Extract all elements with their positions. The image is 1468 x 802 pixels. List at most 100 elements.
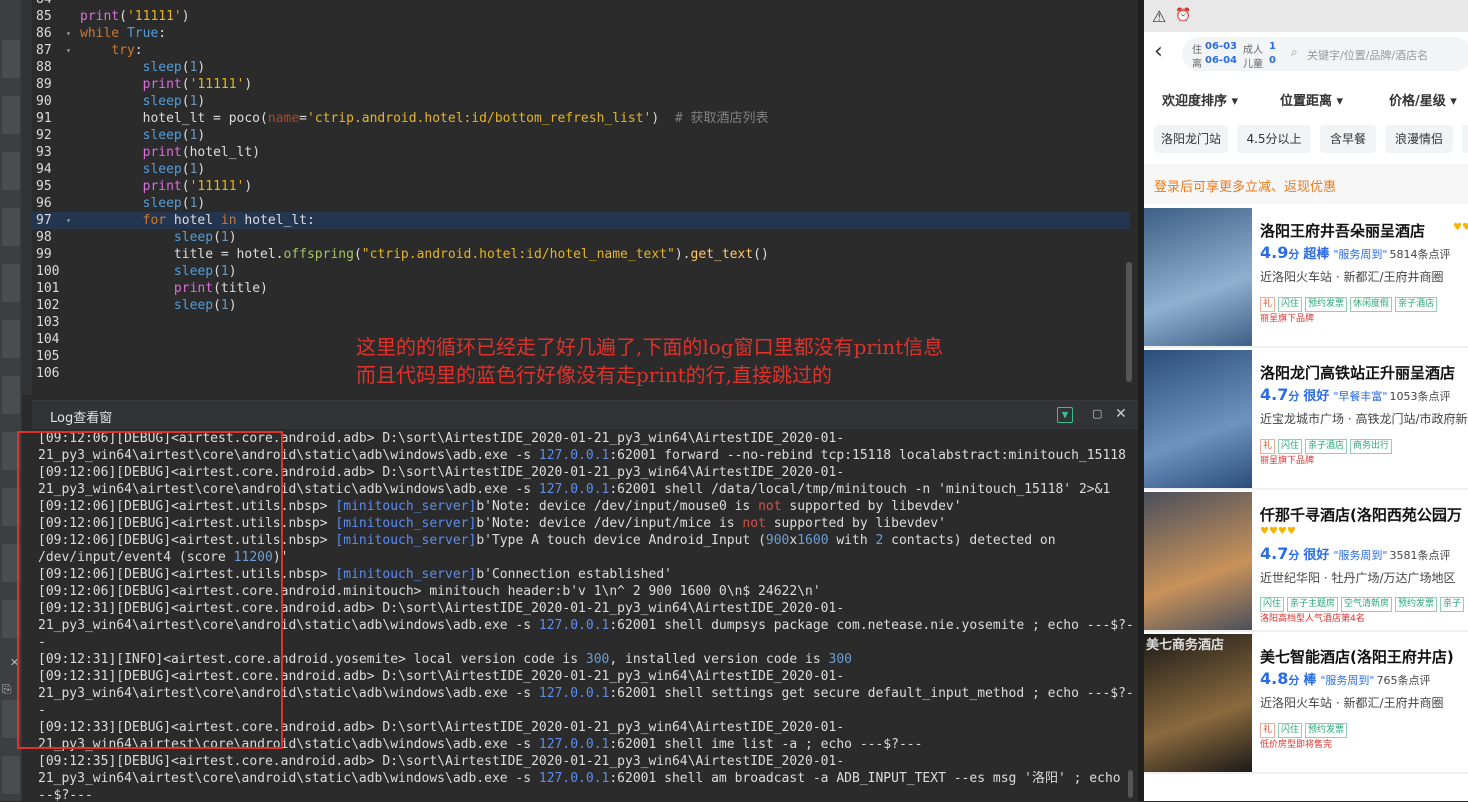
- checkin-label: 住: [1192, 45, 1202, 56]
- search-bar: ‹ 住 06-03 离 06-04 成人 1 儿童 0 ⌕ 关键字/位置/品牌/…: [1144, 32, 1468, 76]
- code-line[interactable]: 99 title = hotel.offspring("ctrip.androi…: [32, 246, 1130, 263]
- hotel-name[interactable]: 美七智能酒店(洛阳王府井店): [1260, 646, 1454, 667]
- score-level: 很好: [1303, 389, 1330, 404]
- search-input[interactable]: 关键字/位置/品牌/酒店名: [1307, 47, 1428, 63]
- line-number: 104: [36, 332, 60, 347]
- close-icon[interactable]: ✕: [1115, 406, 1129, 422]
- hotel-tag: 预约发票: [1305, 297, 1348, 312]
- editor-scrollbar[interactable]: [1126, 262, 1132, 382]
- code-line[interactable]: 97 ▾ for hotel in hotel_lt:: [32, 212, 1130, 229]
- hotel-tags: 礼闪住 预约发票: [1260, 717, 1350, 738]
- line-number: 105: [36, 349, 60, 364]
- hotel-tag: 礼: [1260, 439, 1276, 454]
- maximize-icon[interactable]: ▢: [1092, 408, 1104, 420]
- child-count[interactable]: 0: [1269, 55, 1276, 66]
- code-line[interactable]: 94 sleep(1): [32, 161, 1130, 178]
- log-header: Log查看窗 ▼ ▢ ✕: [32, 401, 1138, 429]
- hotel-name[interactable]: 洛阳龙门高铁站正升丽呈酒店: [1260, 362, 1455, 383]
- status-bar: ⚠ ⏰: [1144, 0, 1468, 32]
- code-line[interactable]: 101 print(title): [32, 280, 1130, 297]
- fold-toggle-icon[interactable]: ▾: [66, 212, 71, 229]
- hotel-tag: 亲子酒店: [1305, 439, 1348, 454]
- hotel-promo: 丽呈旗下品牌: [1260, 314, 1315, 324]
- hotel-photo[interactable]: [1144, 208, 1252, 346]
- hotel-card[interactable]: 仟那千寻酒店(洛阳西苑公园万 ♥♥♥♥ 4.7分 很好 "服务周到" 3581条点评 近世纪…: [1144, 492, 1468, 632]
- code-line[interactable]: 91 hotel_lt = poco(name='ctrip.android.h…: [32, 110, 1130, 127]
- code-text: print('11111'): [80, 9, 190, 24]
- code-text: for hotel in hotel_lt:: [142, 213, 315, 228]
- copy-icon[interactable]: ⎘: [2, 682, 12, 697]
- score-value: 4.9: [1260, 243, 1289, 262]
- hotel-card[interactable]: 洛阳龙门高铁站正升丽呈酒店 4.7分 很好 "早餐丰富" 1053条点评 近宝龙城市广场 …: [1144, 350, 1468, 490]
- airtest-ide: ✕ ⎘ 8485print('11111')86▾while True:87▾ …: [0, 0, 1138, 802]
- fold-toggle-icon[interactable]: ▾: [66, 42, 71, 59]
- fold-toggle-icon[interactable]: ▾: [66, 25, 71, 42]
- chip[interactable]: 洛阳龙门站: [1154, 125, 1228, 153]
- adult-count[interactable]: 1: [1269, 41, 1276, 52]
- adult-label: 成人: [1243, 45, 1263, 56]
- code-text: sleep(1): [142, 60, 206, 75]
- code-line[interactable]: 85 print('11111'): [32, 8, 1130, 25]
- code-text: sleep(1): [173, 264, 237, 279]
- checkin-date[interactable]: 06-03: [1205, 41, 1237, 52]
- score-level: 很好: [1303, 548, 1330, 563]
- chip[interactable]: 多: [1462, 125, 1468, 153]
- hotel-tag: 空气清新房: [1341, 597, 1393, 612]
- chip[interactable]: 含早餐: [1320, 125, 1376, 153]
- code-line[interactable]: 84: [32, 0, 1130, 8]
- strip-button[interactable]: [2, 756, 20, 794]
- search-box[interactable]: 住 06-03 离 06-04 成人 1 儿童 0 ⌕ 关键字/位置/品牌/酒店…: [1182, 37, 1468, 71]
- code-line[interactable]: 89 print('11111'): [32, 76, 1130, 93]
- code-line[interactable]: 88 sleep(1): [32, 59, 1130, 76]
- strip-button[interactable]: [2, 376, 20, 414]
- code-line[interactable]: 95 print('11111'): [32, 178, 1130, 195]
- code-line[interactable]: 103: [32, 314, 1130, 331]
- sort-distance[interactable]: 位置距离 ▾: [1280, 90, 1343, 109]
- code-line[interactable]: 92 sleep(1): [32, 127, 1130, 144]
- hotel-photo[interactable]: [1144, 492, 1252, 630]
- device-screen[interactable]: ⚠ ⏰ ‹ 住 06-03 离 06-04 成人 1 儿童 0 ⌕ 关键字/位置…: [1144, 0, 1468, 801]
- hotel-photo[interactable]: [1144, 350, 1252, 488]
- log-scrollbar[interactable]: [1128, 770, 1133, 798]
- warning-icon: ⚠: [1152, 7, 1167, 26]
- chip[interactable]: 浪漫情侣: [1385, 125, 1453, 153]
- hotel-tag: 休闲度假: [1350, 297, 1393, 312]
- hotel-score: 4.7分 很好 "早餐丰富" 1053条点评: [1260, 385, 1450, 404]
- code-line[interactable]: 87 ▾ try:: [32, 42, 1130, 59]
- chip[interactable]: 4.5分以上: [1237, 125, 1311, 153]
- strip-button[interactable]: [2, 40, 20, 78]
- hotel-photo[interactable]: 美七商务酒店: [1144, 634, 1252, 772]
- sort-popularity[interactable]: 欢迎度排序 ▾: [1162, 90, 1238, 109]
- score-unit: 分: [1288, 549, 1300, 562]
- code-line[interactable]: 100 sleep(1): [32, 263, 1130, 280]
- checkout-date[interactable]: 06-04: [1205, 55, 1237, 66]
- code-line[interactable]: 90 sleep(1): [32, 93, 1130, 110]
- strip-button[interactable]: [2, 320, 20, 358]
- hotel-tags: 礼闪住 预约发票 休闲度假 亲子酒店: [1260, 291, 1440, 312]
- code-text: sleep(1): [142, 128, 206, 143]
- hotel-card[interactable]: 美七商务酒店 美七智能酒店(洛阳王府井店) 4.8分棒 "服务周到" 765条点评 近洛阳…: [1144, 634, 1468, 774]
- strip-button[interactable]: [2, 208, 20, 246]
- code-line[interactable]: 98 sleep(1): [32, 229, 1130, 246]
- line-number: 103: [36, 315, 60, 330]
- hotel-promo: 丽呈旗下品牌: [1260, 456, 1315, 466]
- code-line[interactable]: 96 sleep(1): [32, 195, 1130, 212]
- code-line[interactable]: 102 sleep(1): [32, 297, 1130, 314]
- hotel-location: 近洛阳火车站 · 新都汇/王府井商圈: [1260, 696, 1444, 710]
- hotel-name[interactable]: 洛阳王府井吾朵丽呈酒店: [1260, 220, 1425, 241]
- code-text: hotel_lt = poco(name='ctrip.android.hote…: [80, 111, 769, 126]
- hotel-card[interactable]: 洛阳王府井吾朵丽呈酒店♥♥♥4.9分超棒"服务周到"5814条点评近洛阳火车站 …: [1144, 208, 1468, 348]
- code-line[interactable]: 86 ▾ while True:: [32, 25, 1130, 42]
- hotel-promo: 洛阳高档型人气酒店第4名: [1260, 614, 1365, 624]
- strip-button[interactable]: [2, 264, 20, 302]
- login-promo-banner[interactable]: 登录后可享更多立减、返现优惠: [1144, 164, 1468, 204]
- strip-button[interactable]: [2, 96, 20, 134]
- filter-icon[interactable]: ▼: [1057, 407, 1073, 423]
- red-annotation: 这里的的循环已经走了好几遍了,下面的log窗口里都没有print信息 而且代码里…: [356, 333, 943, 389]
- back-icon[interactable]: ‹: [1154, 40, 1163, 64]
- code-text: title = hotel.offspring("ctrip.android.h…: [80, 247, 769, 262]
- sort-price[interactable]: 价格/星级 ▾: [1389, 90, 1457, 109]
- hotel-name[interactable]: 仟那千寻酒店(洛阳西苑公园万: [1260, 504, 1462, 525]
- strip-button[interactable]: [2, 152, 20, 190]
- code-line[interactable]: 93 print(hotel_lt): [32, 144, 1130, 161]
